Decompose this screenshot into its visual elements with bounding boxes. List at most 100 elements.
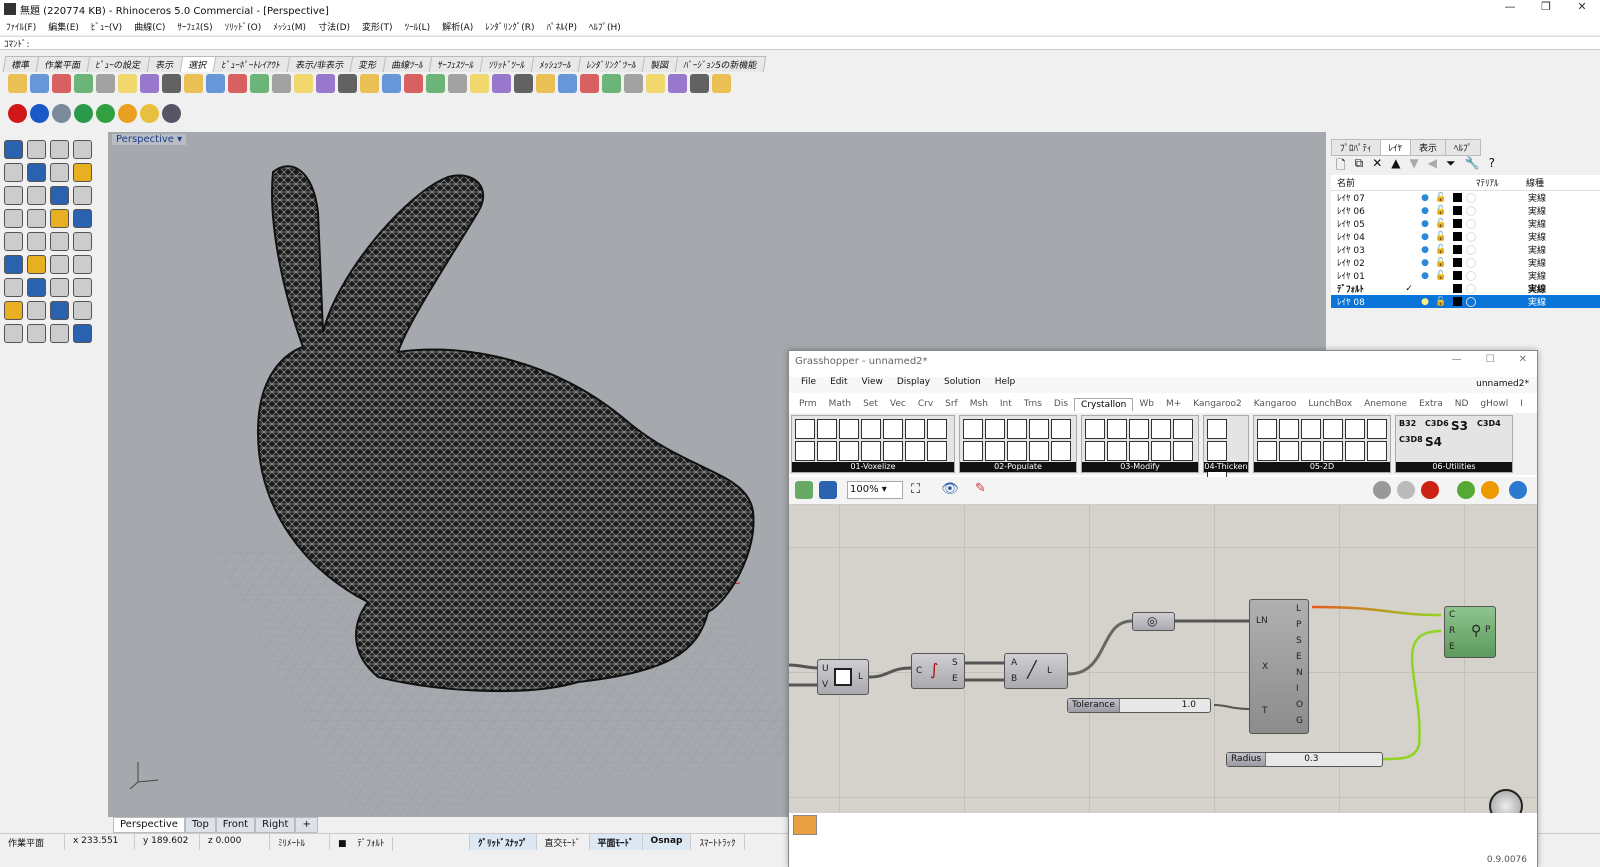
toolbar-button-icon[interactable] [492, 74, 511, 93]
gh-tab[interactable]: Extra [1413, 398, 1449, 410]
menu-item[interactable]: ﾂｰﾙ(L) [405, 20, 431, 33]
crystallon-component-icon[interactable] [927, 441, 947, 461]
crystallon-component-icon[interactable] [1279, 441, 1299, 461]
units[interactable]: ﾐﾘﾒｰﾄﾙ [270, 834, 330, 850]
output-param[interactable]: S [1296, 636, 1302, 646]
crystallon-component-icon[interactable] [1129, 419, 1149, 439]
toolbox-button-icon[interactable] [50, 301, 69, 320]
lock-icon[interactable]: 🔓 [1433, 258, 1449, 268]
gh-menu-item[interactable]: Solution [944, 377, 981, 393]
toolbar-button-icon[interactable] [30, 74, 49, 93]
tolerance-slider[interactable]: Tolerance 1.0 [1067, 698, 1211, 713]
crystallon-component-icon[interactable] [1029, 419, 1049, 439]
utility-component[interactable]: C3D8 [1399, 435, 1423, 449]
lightbulb-icon[interactable]: ● [1417, 206, 1433, 216]
crystallon-component-icon[interactable] [861, 441, 881, 461]
toolbox-button-icon[interactable] [27, 324, 46, 343]
menu-item[interactable]: ｿﾘｯﾄﾞ(O) [225, 20, 262, 33]
crystallon-component-icon[interactable] [883, 441, 903, 461]
lightbulb-icon[interactable]: ● [1417, 245, 1433, 255]
crystallon-component-icon[interactable] [1129, 441, 1149, 461]
toolbar-button-icon[interactable] [272, 74, 291, 93]
toolbox-button-icon[interactable] [50, 163, 69, 182]
toolbar-tab[interactable]: 表示/非表示 [286, 56, 354, 72]
layer-row[interactable]: ﾚｲﾔ 08 ● 🔓 実線 [1331, 295, 1600, 308]
gh-tab[interactable]: Crystallon [1074, 397, 1134, 411]
minimize-button[interactable]: — [1492, 0, 1528, 13]
crystallon-component-icon[interactable] [1085, 441, 1105, 461]
toolbar-button-icon[interactable] [206, 74, 225, 93]
layer-linetype[interactable]: 実線 [1528, 295, 1546, 308]
grid-snap-toggle[interactable]: ｸﾞﾘｯﾄﾞｽﾅｯﾌﾟ [470, 834, 537, 850]
toolbar-button-icon[interactable] [536, 74, 555, 93]
toolbar-tab[interactable]: 選択 [179, 56, 217, 72]
crystallon-component-icon[interactable] [839, 419, 859, 439]
toolbox-button-icon[interactable] [27, 278, 46, 297]
mesh-surface-component[interactable]: UVL [817, 659, 869, 695]
material-icon[interactable] [1466, 218, 1476, 229]
output-param[interactable]: L [1296, 604, 1301, 614]
toolbar-button-icon[interactable] [118, 74, 137, 93]
crystallon-component-icon[interactable] [817, 441, 837, 461]
gh-tab[interactable]: Set [857, 398, 884, 410]
toolbox-button-icon[interactable] [4, 209, 23, 228]
crystallon-component-icon[interactable] [1207, 419, 1227, 439]
gh-tab[interactable]: M+ [1160, 398, 1187, 410]
gh-tab[interactable]: Vec [884, 398, 912, 410]
selected-only-icon[interactable] [1421, 481, 1439, 499]
crystallon-component-icon[interactable] [1107, 441, 1127, 461]
toolbar-tab[interactable]: ﾋﾞｭｰの設定 [86, 56, 151, 72]
layer-color-swatch[interactable] [1453, 245, 1462, 254]
utility-component[interactable]: B32 [1399, 419, 1423, 433]
gh-minimize-button[interactable]: — [1452, 354, 1462, 365]
crystallon-component-icon[interactable] [985, 419, 1005, 439]
render-tool-icon[interactable] [52, 104, 71, 123]
osnap-toggle[interactable]: Osnap [642, 834, 692, 850]
gh-tab[interactable]: Srf [939, 398, 964, 410]
help-icon[interactable]: ? [1489, 156, 1495, 177]
panel-tab[interactable]: ﾚｲﾔ [1379, 139, 1412, 156]
layer-color-swatch[interactable] [1453, 297, 1462, 306]
lock-icon[interactable]: 🔓 [1433, 245, 1449, 255]
gh-tab[interactable]: Kangaroo [1248, 398, 1303, 410]
crystallon-component-icon[interactable] [1345, 441, 1365, 461]
crystallon-component-icon[interactable] [861, 419, 881, 439]
material-icon[interactable] [1466, 296, 1476, 307]
gh-tab[interactable]: Wb [1133, 398, 1160, 410]
toolbox-button-icon[interactable] [27, 209, 46, 228]
render-tool-icon[interactable] [74, 104, 93, 123]
gh-tab[interactable]: Trns [1018, 398, 1048, 410]
zoom-select[interactable]: 100% ▾ [847, 481, 903, 499]
material-icon[interactable] [1466, 257, 1476, 268]
end-points-component[interactable]: C ∫ S E [911, 653, 965, 689]
gh-tab[interactable]: Math [823, 398, 858, 410]
toolbox-button-icon[interactable] [73, 301, 92, 320]
layer-color-swatch[interactable] [1453, 219, 1462, 228]
open-file-icon[interactable] [795, 481, 813, 499]
output-param[interactable]: N [1296, 668, 1303, 678]
gh-tab[interactable]: Msh [964, 398, 994, 410]
toolbox-button-icon[interactable] [50, 140, 69, 159]
viewport-tab[interactable]: Perspective [113, 817, 185, 833]
toolbox-button-icon[interactable] [27, 140, 46, 159]
toolbox-button-icon[interactable] [4, 278, 23, 297]
utility-component[interactable]: C3D4 [1477, 419, 1501, 433]
toolbar-tab[interactable]: 作業平面 [35, 56, 91, 72]
material-icon[interactable] [1466, 270, 1476, 281]
gh-menu-item[interactable]: File [801, 377, 816, 393]
toolbar-tab[interactable]: 標準 [2, 56, 40, 72]
toolbar-tab[interactable]: ｻｰﾌｪｽﾂｰﾙ [428, 56, 484, 72]
lock-icon[interactable]: 🔓 [1433, 297, 1449, 307]
gh-menu-item[interactable]: Help [995, 377, 1016, 393]
layer-color-swatch[interactable] [1453, 258, 1462, 267]
current-check[interactable]: ✓ [1401, 284, 1417, 294]
output-param[interactable]: P [1296, 620, 1301, 630]
toolbar-tab[interactable]: ｿﾘｯﾄﾞﾂｰﾙ [479, 56, 535, 72]
gh-tab[interactable]: gHowl [1474, 398, 1514, 410]
crystallon-component-icon[interactable] [1029, 441, 1049, 461]
lock-icon[interactable]: 🔓 [1433, 206, 1449, 216]
menu-item[interactable]: ﾚﾝﾀﾞﾘﾝｸﾞ(R) [485, 20, 534, 33]
utility-component[interactable]: C3D6 [1425, 419, 1449, 433]
lightbulb-icon[interactable]: ● [1417, 193, 1433, 203]
material-icon[interactable] [1466, 244, 1476, 255]
